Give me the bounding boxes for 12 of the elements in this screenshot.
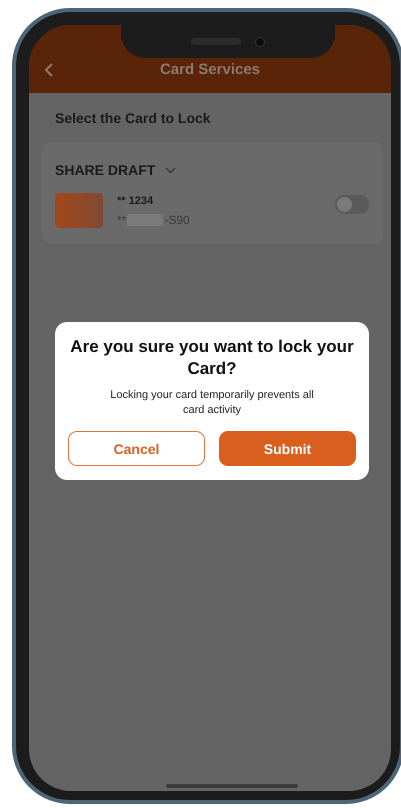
screen-title: Card Services [158,61,262,78]
masked-digits: ** [117,212,126,226]
chevron-down-icon[interactable] [165,166,176,174]
section-title: Select the Card to Lock [55,110,212,126]
dialog-message: Locking your card temporarily prevents all card activity [109,388,315,418]
dialog-title: Are you sure you want to lock your Card? [69,336,355,380]
card-number: ** 1234 [117,194,154,206]
card-thumbnail [55,193,103,228]
submit-button[interactable]: Submit [219,431,356,466]
lock-toggle[interactable] [335,195,369,214]
cancel-button[interactable]: Cancel [68,431,205,466]
account-name: SHARE DRAFT [55,162,156,178]
